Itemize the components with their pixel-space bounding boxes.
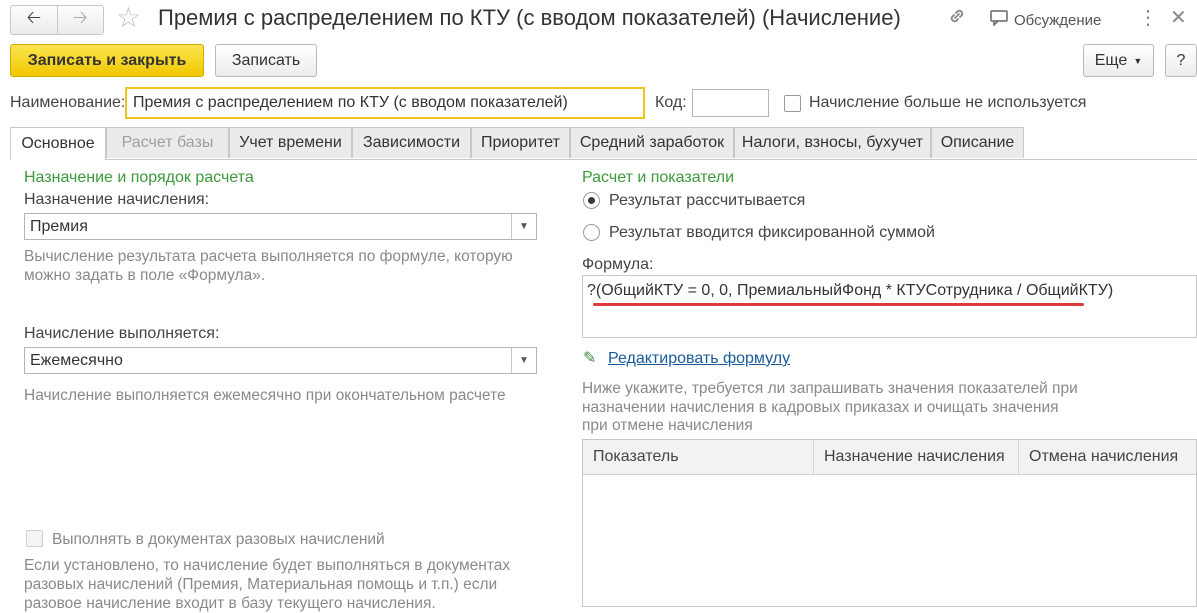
more-button[interactable]: Еще ▼ [1083, 44, 1154, 77]
nav-buttons: 🡠 🡢 [10, 5, 104, 35]
formula-label: Формула: [582, 256, 654, 273]
formula-underline [593, 303, 1084, 306]
tab-dependencies[interactable]: Зависимости [352, 127, 471, 158]
radio-calculated-label: Результат рассчитывается [609, 192, 806, 209]
link-icon[interactable] [947, 6, 967, 32]
tab-base-calc[interactable]: Расчет базы [106, 127, 229, 158]
column-indicator[interactable]: Показатель [583, 440, 814, 474]
edit-formula-link[interactable]: Редактировать формулу [608, 350, 790, 368]
tab-average-earnings[interactable]: Средний заработок [570, 127, 734, 158]
radio-selected-dot [588, 197, 595, 204]
purpose-hint: Вычисление результата расчета выполняетс… [24, 248, 513, 284]
purpose-select[interactable]: Премия ▼ [24, 213, 537, 240]
onetime-checkbox[interactable] [26, 530, 43, 547]
unused-label: Начисление больше не используется [809, 94, 1087, 111]
column-assignment[interactable]: Назначение начисления [814, 440, 1019, 474]
radio-fixed-label: Результат вводится фиксированной суммой [609, 224, 935, 241]
radio-fixed[interactable] [583, 224, 600, 241]
discussion-button[interactable]: Обсуждение [990, 10, 1101, 30]
onetime-hint: Если установлено, то начисление будет вы… [24, 557, 511, 612]
help-button[interactable]: ? [1165, 44, 1197, 77]
code-label: Код: [655, 94, 687, 111]
tab-taxes[interactable]: Налоги, взносы, бухучет [734, 127, 931, 158]
name-input[interactable]: Премия с распределением по КТУ (с вводом… [125, 87, 645, 119]
onetime-label: Выполнять в документах разовых начислени… [52, 531, 385, 548]
tab-bar: Основное Расчет базы Учет времени Зависи… [10, 127, 1197, 160]
exec-label: Начисление выполняется: [24, 325, 220, 342]
chevron-down-icon: ▼ [1133, 55, 1143, 66]
table-header: Показатель Назначение начисления Отмена … [583, 440, 1196, 475]
more-menu-icon[interactable]: ⋮ [1138, 8, 1158, 28]
exec-value: Ежемесячно [30, 351, 123, 369]
dropdown-arrow-icon[interactable]: ▼ [511, 348, 536, 373]
indicators-hint: Ниже укажите, требуется ли запрашивать з… [582, 380, 1078, 434]
formula-field[interactable]: ?(ОбщийКТУ = 0, 0, ПремиальныйФонд * КТУ… [582, 275, 1197, 338]
back-arrow-icon[interactable]: 🡠 [11, 6, 57, 34]
purpose-label: Назначение начисления: [24, 191, 210, 208]
discussion-label: Обсуждение [1014, 11, 1102, 29]
save-and-close-button[interactable]: Записать и закрыть [10, 44, 204, 77]
left-section-title: Назначение и порядок расчета [24, 169, 254, 186]
dropdown-arrow-icon[interactable]: ▼ [511, 214, 536, 239]
indicators-table: Показатель Назначение начисления Отмена … [582, 439, 1197, 607]
exec-select[interactable]: Ежемесячно ▼ [24, 347, 537, 374]
more-label: Еще [1094, 51, 1128, 69]
tab-time-accounting[interactable]: Учет времени [229, 127, 352, 158]
radio-calculated[interactable] [583, 192, 600, 209]
tab-description[interactable]: Описание [931, 127, 1024, 158]
exec-hint: Начисление выполняется ежемесячно при ок… [24, 387, 506, 404]
column-cancellation[interactable]: Отмена начисления [1019, 440, 1196, 474]
pencil-icon: ✎ [583, 350, 597, 367]
tab-priority[interactable]: Приоритет [471, 127, 570, 158]
forward-arrow-icon[interactable]: 🡢 [56, 6, 104, 34]
code-input[interactable] [692, 89, 769, 117]
save-button[interactable]: Записать [215, 44, 317, 77]
close-icon[interactable]: ✕ [1170, 8, 1187, 28]
right-section-title: Расчет и показатели [582, 169, 735, 186]
purpose-value: Премия [30, 217, 88, 235]
chat-icon [990, 10, 1008, 30]
tab-main[interactable]: Основное [10, 127, 106, 160]
favorite-star-icon[interactable]: ☆ [116, 4, 141, 32]
page-title: Премия с распределением по КТУ (с вводом… [158, 5, 901, 30]
unused-checkbox[interactable] [784, 95, 801, 112]
name-label: Наименование: [10, 94, 126, 111]
